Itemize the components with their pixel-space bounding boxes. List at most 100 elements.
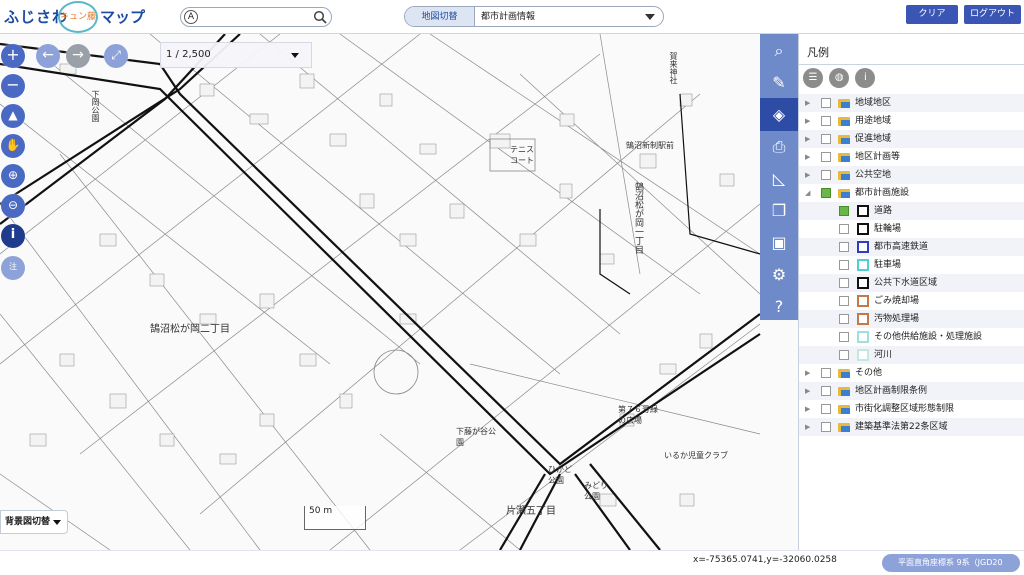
tree-item[interactable]: ▶ 市街化調整区域形態制限	[799, 400, 1024, 418]
help-icon[interactable]: ?	[760, 290, 798, 323]
map-switch-label: 地図切替	[405, 7, 475, 26]
expand-icon[interactable]: ▶	[805, 418, 810, 436]
zoom-in-icon[interactable]: +	[1, 44, 25, 68]
expand-icon[interactable]: ▶	[805, 400, 810, 418]
legend-child-item[interactable]: 河川	[799, 346, 1024, 364]
expand-icon[interactable]: ▶	[805, 166, 810, 184]
legend-child-item[interactable]: 駐輪場	[799, 220, 1024, 238]
search-mode-badge[interactable]: A	[184, 10, 198, 24]
layer-checkbox[interactable]	[821, 116, 831, 126]
tree-item[interactable]: ▶ 地区計画等	[799, 148, 1024, 166]
legend-child-item[interactable]: 都市高速鉄道	[799, 238, 1024, 256]
legend-child-label: 駐車場	[874, 260, 902, 270]
tree-item[interactable]: ▶ 地域地区	[799, 94, 1024, 112]
map-label-tennis: テニスコート	[510, 145, 534, 165]
zoom-box-out-icon[interactable]: ⊖	[1, 194, 25, 218]
folder-icon	[838, 423, 850, 432]
tree-item[interactable]: ▶ 地区計画制限条例	[799, 382, 1024, 400]
zoom-out-icon[interactable]: −	[1, 74, 25, 98]
map-switch-dropdown[interactable]: 地図切替 都市計画情報	[404, 6, 664, 27]
layers-icon[interactable]: ◈	[760, 98, 798, 131]
map-label-green-park: 第７６号緑の広場	[618, 405, 658, 425]
info-icon[interactable]: i	[855, 68, 876, 88]
list-icon[interactable]: ☰	[803, 68, 823, 88]
layer-checkbox[interactable]	[839, 350, 849, 360]
legend-child-item[interactable]: 駐車場	[799, 256, 1024, 274]
logo-text-right: マップ	[100, 8, 146, 26]
address-search[interactable]: A	[180, 7, 332, 27]
north-arrow-icon[interactable]: ▲	[1, 104, 25, 128]
panel-divider	[799, 64, 1024, 65]
layer-checkbox[interactable]	[839, 224, 849, 234]
legend-child-item[interactable]: 公共下水道区域	[799, 274, 1024, 292]
layer-checkbox[interactable]	[821, 368, 831, 378]
expand-icon[interactable]: ▶	[805, 112, 810, 130]
tree-item[interactable]: ▶ 建築基準法第22条区域	[799, 418, 1024, 436]
tree-item[interactable]: ▶ その他	[799, 364, 1024, 382]
clear-button[interactable]: クリア	[906, 5, 958, 24]
map-canvas[interactable]: 下岡公園 鵠沼松が岡二丁目 テニスコート 鵠沼新制駅前 鵠沼松が岡一丁目 賀来神…	[0, 34, 798, 550]
map-label-station: 鵠沼新制駅前	[626, 141, 674, 150]
coordinate-readout: x=-75365.0741,y=-32060.0258	[693, 555, 837, 565]
legend-child-item[interactable]: 道路	[799, 202, 1024, 220]
forward-arrow-icon[interactable]: →	[66, 44, 90, 68]
search-icon[interactable]	[313, 10, 327, 24]
background-map-switch[interactable]: 背景図切替	[0, 510, 68, 534]
expand-icon[interactable]: ▶	[805, 130, 810, 148]
info-icon[interactable]: i	[1, 224, 25, 248]
layer-checkbox[interactable]	[821, 170, 831, 180]
layer-checkbox[interactable]	[839, 260, 849, 270]
layer-checkbox[interactable]	[821, 134, 831, 144]
folder-icon	[838, 189, 850, 198]
annotation-icon[interactable]: 注	[1, 256, 25, 280]
layer-checkbox[interactable]	[839, 314, 849, 324]
layer-checkbox[interactable]	[821, 422, 831, 432]
layer-checkbox[interactable]	[821, 152, 831, 162]
expand-icon[interactable]: ▶	[805, 364, 810, 382]
expand-icon[interactable]: ▶	[805, 148, 810, 166]
map-label-shimo-park: 下藤が谷公園	[456, 427, 496, 447]
folder-icon	[838, 99, 850, 108]
zoom-box-in-icon[interactable]: ⊕	[1, 164, 25, 188]
expand-icon[interactable]: ▶	[805, 382, 810, 400]
fullscreen-icon[interactable]: ⤢	[104, 44, 128, 68]
tree-item-label: 都市計画施設	[855, 188, 910, 198]
print-icon[interactable]: ⎙	[760, 130, 798, 163]
layer-checkbox[interactable]	[839, 332, 849, 342]
legend-child-item[interactable]: その他供給施設・処理施設	[799, 328, 1024, 346]
globe-icon[interactable]: ◍	[829, 68, 850, 88]
legend-child-item[interactable]: ごみ焼却場	[799, 292, 1024, 310]
windows-icon[interactable]: ❐	[760, 194, 798, 227]
gear-icon[interactable]: ⚙	[760, 258, 798, 291]
ruler-icon[interactable]: ◺	[760, 162, 798, 195]
pencil-icon[interactable]: ✎	[760, 66, 798, 99]
map-label-shrine: 賀来神社	[669, 52, 678, 84]
back-arrow-icon[interactable]: ←	[36, 44, 60, 68]
layer-checkbox[interactable]	[839, 278, 849, 288]
scale-ruler: 50 m	[304, 506, 366, 530]
toolbox-icon[interactable]: ▣	[760, 226, 798, 259]
tree-item[interactable]: ▶ 用途地域	[799, 112, 1024, 130]
scale-selector[interactable]: 1 / 2,500	[160, 42, 312, 68]
tree-item[interactable]: ▶ 促進地域	[799, 130, 1024, 148]
legend-child-item[interactable]: 汚物処理場	[799, 310, 1024, 328]
layer-checkbox[interactable]	[839, 296, 849, 306]
logout-button[interactable]: ログアウト	[964, 5, 1021, 24]
layer-checkbox[interactable]	[821, 188, 831, 198]
tree-item[interactable]: ▶ 公共空地	[799, 166, 1024, 184]
layer-checkbox[interactable]	[839, 206, 849, 216]
search-icon[interactable]: ⌕	[760, 34, 798, 67]
tree-item-label: 促進地域	[855, 134, 892, 144]
crs-selector[interactable]: 平面直角座標系 9系（JGD20	[882, 554, 1020, 572]
layer-checkbox[interactable]	[839, 242, 849, 252]
layer-checkbox[interactable]	[821, 98, 831, 108]
expand-icon[interactable]: ▶	[805, 94, 810, 112]
tree-item[interactable]: ◢ 都市計画施設	[799, 184, 1024, 202]
search-input[interactable]	[203, 10, 311, 24]
legend-swatch	[857, 295, 869, 307]
pan-hand-icon[interactable]: ✋	[1, 134, 25, 158]
layer-checkbox[interactable]	[821, 386, 831, 396]
layer-checkbox[interactable]	[821, 404, 831, 414]
legend-swatch	[857, 349, 869, 361]
collapse-icon[interactable]: ◢	[805, 184, 810, 202]
